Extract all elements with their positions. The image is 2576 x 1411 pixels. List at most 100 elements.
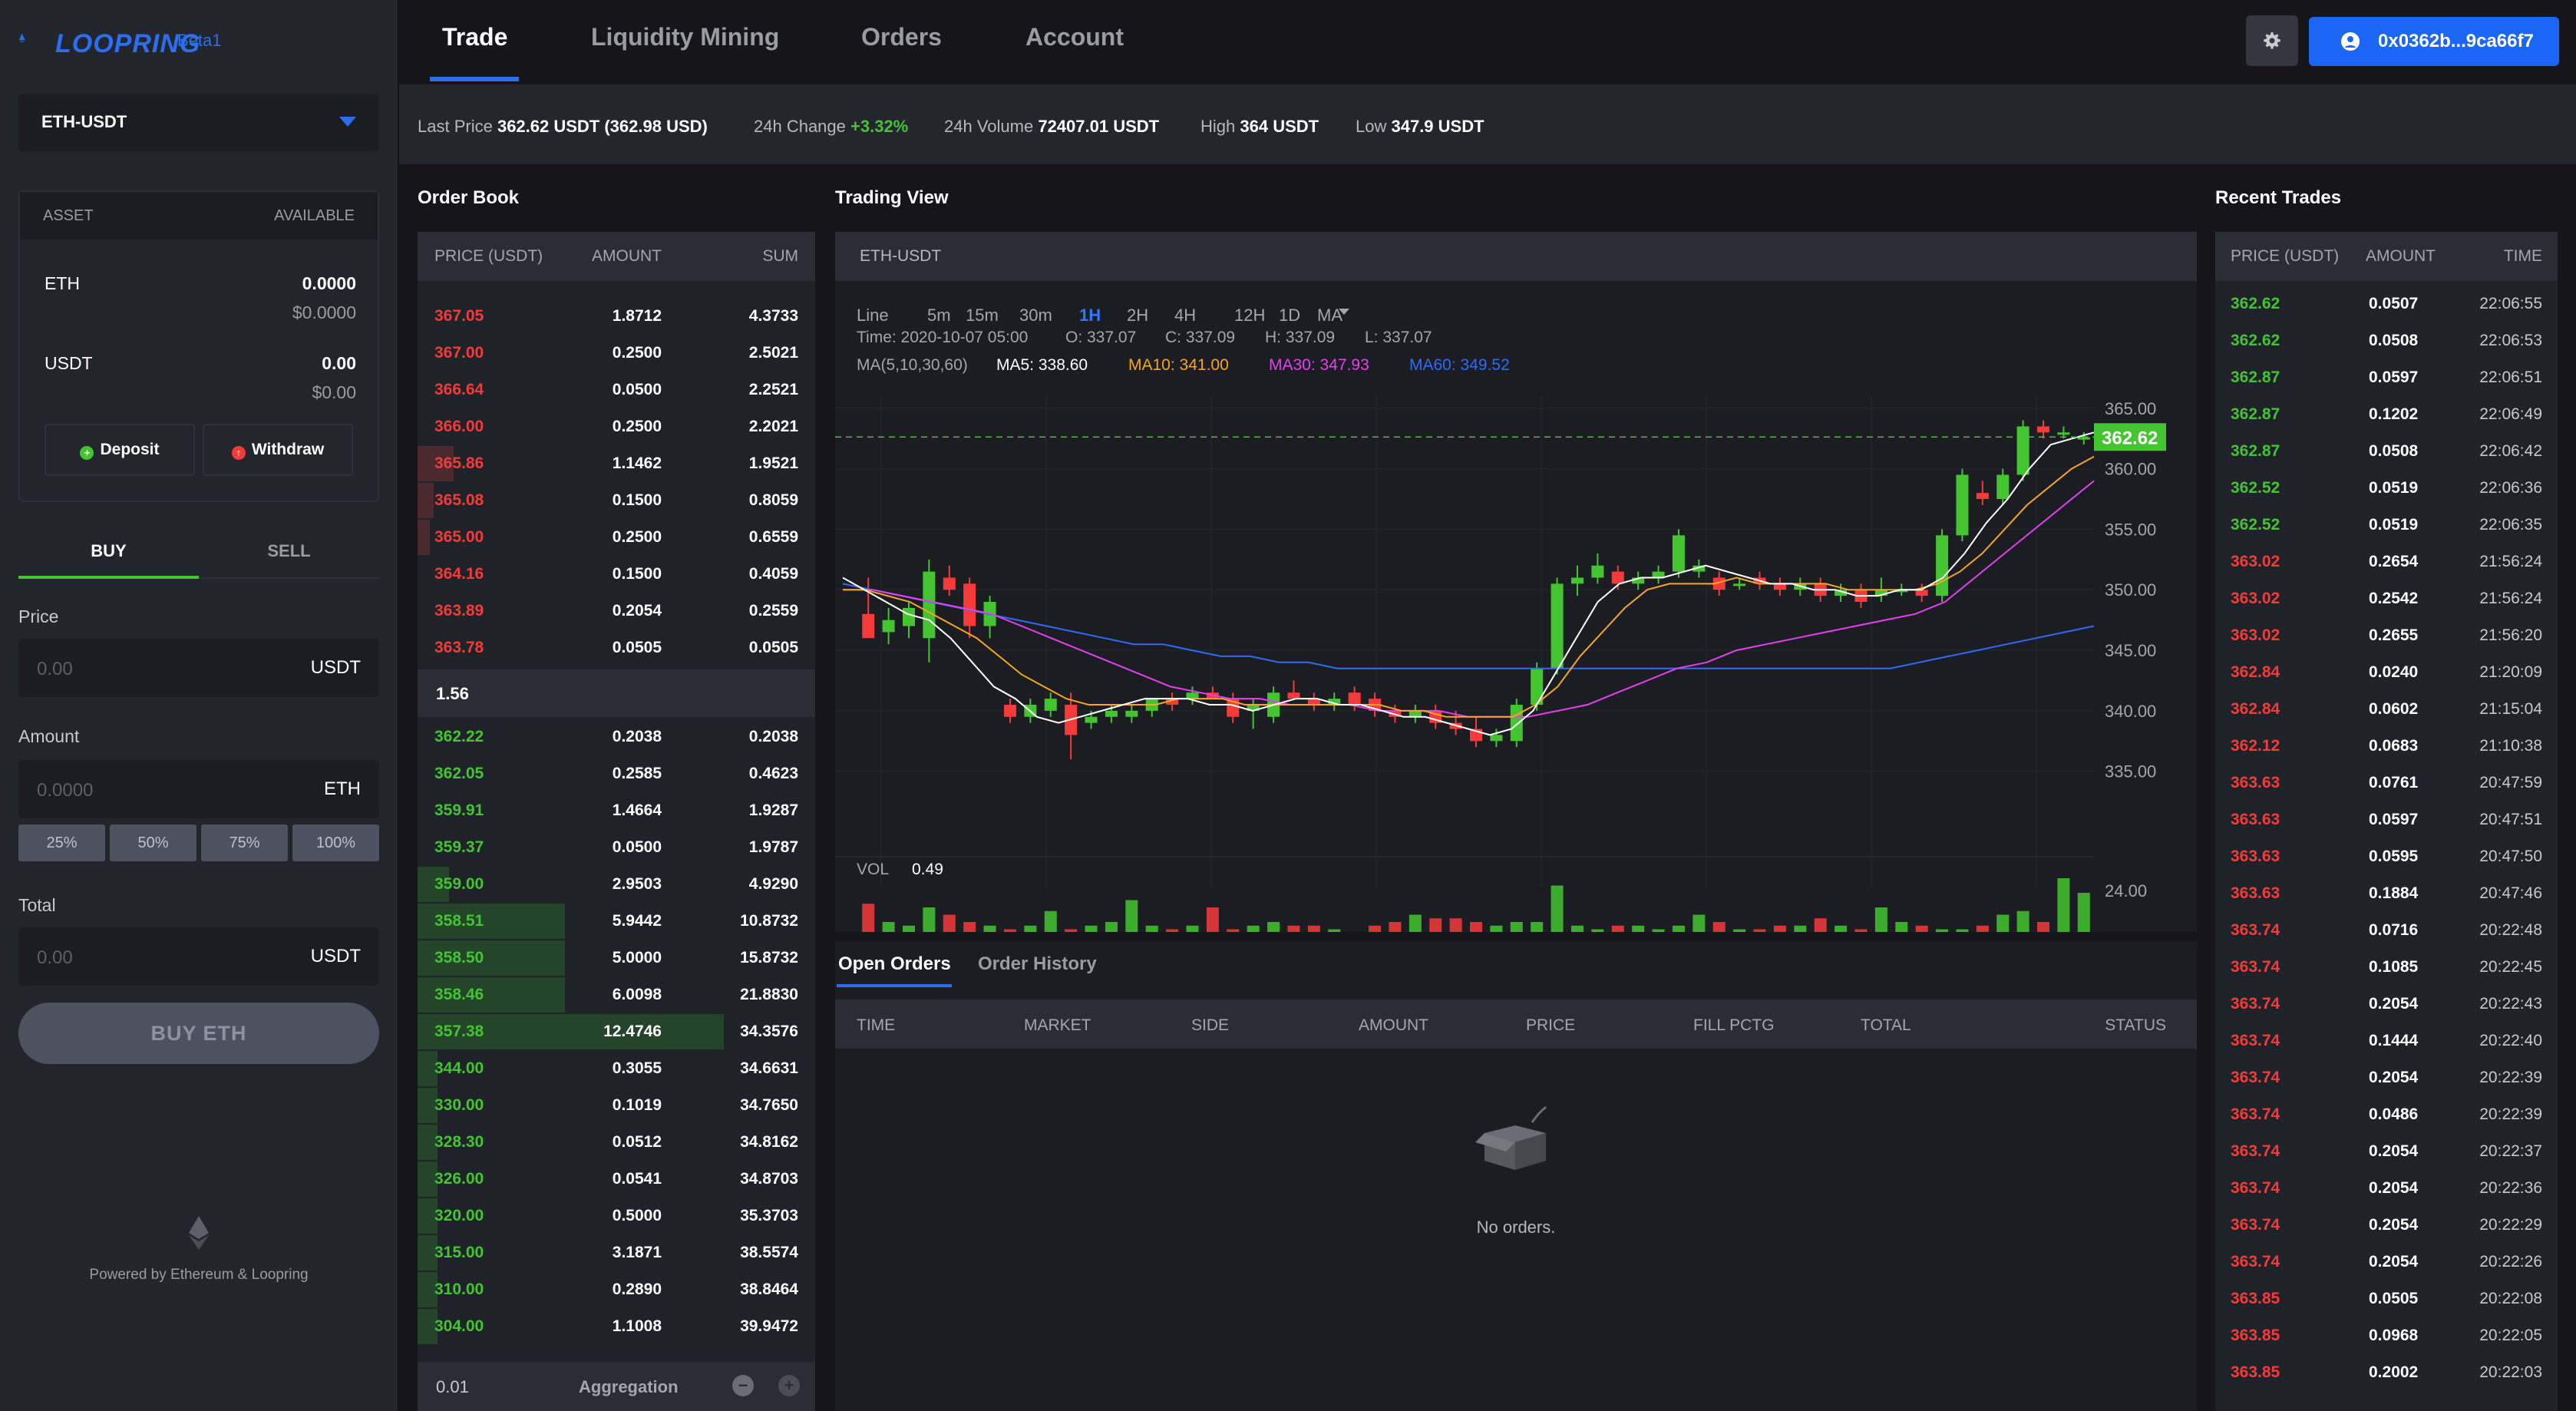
order-price: 358.50 — [434, 949, 484, 967]
order-book-row[interactable]: 359.00 2.9503 4.9290 — [418, 866, 815, 903]
percent-25-button[interactable]: 25% — [18, 824, 105, 861]
volume-bar — [1409, 914, 1422, 932]
volume-bar — [1794, 925, 1807, 932]
order-sum: 4.3733 — [748, 307, 798, 325]
candle-body — [1044, 699, 1057, 711]
order-book-row[interactable]: 366.64 0.0500 2.2521 — [418, 372, 815, 408]
order-book-row[interactable]: 362.22 0.2038 0.2038 — [418, 719, 815, 755]
order-amount: 0.0500 — [612, 381, 662, 398]
order-book-row[interactable]: 362.05 0.2585 0.4623 — [418, 755, 815, 792]
order-book-row[interactable]: 326.00 0.0541 34.8703 — [418, 1161, 815, 1198]
gear-icon — [2264, 32, 2280, 49]
total-input[interactable]: 0.00 USDT — [18, 927, 379, 986]
percent-75-button[interactable]: 75% — [201, 824, 288, 861]
candle-body — [882, 620, 895, 633]
last-price-tag-label: 362.62 — [2102, 428, 2158, 448]
order-sum: 0.2559 — [748, 602, 798, 620]
trade-time: 20:22:39 — [2479, 1105, 2542, 1123]
tab-open-orders[interactable]: Open Orders — [838, 953, 951, 975]
active-tab-indicator — [430, 77, 519, 81]
y-tick-label: 345.00 — [2105, 641, 2156, 660]
amount-input[interactable]: 0.0000 ETH — [18, 760, 379, 818]
settings-button[interactable] — [2246, 15, 2298, 66]
order-book-row[interactable]: 367.05 1.8712 4.3733 — [418, 298, 815, 335]
order-book-row[interactable]: 320.00 0.5000 35.3703 — [418, 1198, 815, 1234]
deposit-button[interactable]: + Deposit — [45, 424, 195, 476]
order-book-row[interactable]: 363.78 0.0505 0.0505 — [418, 629, 815, 666]
asset-balance: 0.00 — [322, 353, 356, 373]
order-amount: 1.1462 — [612, 454, 662, 472]
plus-icon[interactable]: + — [778, 1375, 800, 1396]
order-book-row[interactable]: 359.37 0.0500 1.9787 — [418, 829, 815, 866]
trade-price: 362.12 — [2231, 737, 2280, 755]
order-book-row[interactable]: 357.38 12.4746 34.3576 — [418, 1013, 815, 1050]
open-orders-underline — [837, 984, 952, 987]
tab-order-history[interactable]: Order History — [978, 953, 1097, 975]
volume-bar — [1835, 925, 1848, 932]
volume-bar — [1874, 907, 1887, 932]
tab-liquidity-mining[interactable]: Liquidity Mining — [591, 23, 779, 51]
tab-trade[interactable]: Trade — [442, 23, 507, 51]
y-tick-label: 335.00 — [2105, 762, 2156, 782]
order-amount: 0.0512 — [612, 1133, 662, 1151]
volume-bar — [1267, 922, 1280, 932]
order-price: 357.38 — [434, 1023, 484, 1040]
order-book-row[interactable]: 363.89 0.2054 0.2559 — [418, 593, 815, 629]
order-book-row[interactable]: 367.00 0.2500 2.5021 — [418, 335, 815, 372]
volume-bar — [1085, 925, 1098, 932]
order-sum: 34.8703 — [740, 1170, 798, 1188]
candlestick-chart[interactable]: 365.00 360.00 355.00 350.00 345.00 340.00 335.… — [835, 281, 2197, 932]
buy-eth-button[interactable]: BUY ETH — [18, 1003, 379, 1064]
volume-bar — [1956, 929, 1969, 932]
order-book-row[interactable]: 359.91 1.4664 1.9287 — [418, 792, 815, 829]
left-sidebar: LOOPRING Beta1 ETH-USDT ASSET AVAILABLE … — [0, 0, 398, 1411]
col-time: TIME — [857, 1016, 896, 1034]
trade-time: 20:22:37 — [2479, 1142, 2542, 1160]
order-sum: 0.0505 — [748, 639, 798, 656]
trade-time: 21:56:24 — [2479, 553, 2542, 570]
order-book-row[interactable]: 365.08 0.1500 0.8059 — [418, 482, 815, 519]
col-market: MARKET — [1024, 1016, 1091, 1034]
order-book-row[interactable]: 358.50 5.0000 15.8732 — [418, 940, 815, 976]
total-label: Total — [18, 895, 56, 915]
order-book-row[interactable]: 364.16 0.1500 0.4059 — [418, 556, 815, 593]
withdraw-button[interactable]: ↑ Withdraw — [203, 424, 353, 476]
ma5-line — [842, 431, 2095, 736]
trade-time: 20:22:39 — [2479, 1069, 2542, 1086]
order-book-row[interactable]: 310.00 0.2890 38.8464 — [418, 1271, 815, 1308]
minus-icon[interactable]: − — [732, 1375, 754, 1396]
order-amount: 5.9442 — [612, 912, 662, 930]
tab-sell[interactable]: SELL — [199, 524, 379, 579]
volume-bar — [1632, 925, 1645, 932]
order-price: 328.30 — [434, 1133, 484, 1151]
volume-bar — [963, 922, 976, 932]
tab-orders[interactable]: Orders — [861, 23, 942, 51]
trade-amount: 0.0595 — [2369, 848, 2419, 865]
market-selector[interactable]: ETH-USDT — [18, 94, 379, 152]
volume-value: 0.49 — [912, 861, 943, 878]
order-book-row[interactable]: 304.00 1.1008 39.9472 — [418, 1308, 815, 1345]
tab-buy[interactable]: BUY — [18, 524, 199, 579]
order-book-row[interactable]: 358.46 6.0098 21.8830 — [418, 976, 815, 1013]
tab-account[interactable]: Account — [1025, 23, 1124, 51]
order-sum: 0.2038 — [748, 728, 798, 745]
volume-bar — [1227, 929, 1240, 932]
percent-50-button[interactable]: 50% — [110, 824, 197, 861]
order-book-row[interactable]: 358.51 5.9442 10.8732 — [418, 903, 815, 940]
percent-100-button[interactable]: 100% — [292, 824, 379, 861]
volume-bar — [1531, 922, 1544, 932]
order-book-row[interactable]: 365.86 1.1462 1.9521 — [418, 445, 815, 482]
trade-amount: 0.0683 — [2369, 737, 2419, 755]
order-book-row[interactable]: 330.00 0.1019 34.7650 — [418, 1087, 815, 1124]
order-amount: 0.1019 — [612, 1096, 662, 1114]
order-book-row[interactable]: 344.00 0.3055 34.6631 — [418, 1050, 815, 1087]
price-input[interactable]: 0.00 USDT — [18, 639, 379, 697]
order-book-row[interactable]: 315.00 3.1871 38.5574 — [418, 1234, 815, 1271]
volume-bar — [862, 904, 875, 932]
order-amount: 5.0000 — [612, 949, 662, 967]
order-book-row[interactable]: 328.30 0.0512 34.8162 — [418, 1124, 815, 1161]
account-button[interactable]: 0x0362b...9ca66f7 — [2309, 17, 2559, 66]
order-book-row[interactable]: 365.00 0.2500 0.6559 — [418, 519, 815, 556]
order-book-row[interactable]: 366.00 0.2500 2.2021 — [418, 408, 815, 445]
volume-bar — [1206, 907, 1219, 932]
